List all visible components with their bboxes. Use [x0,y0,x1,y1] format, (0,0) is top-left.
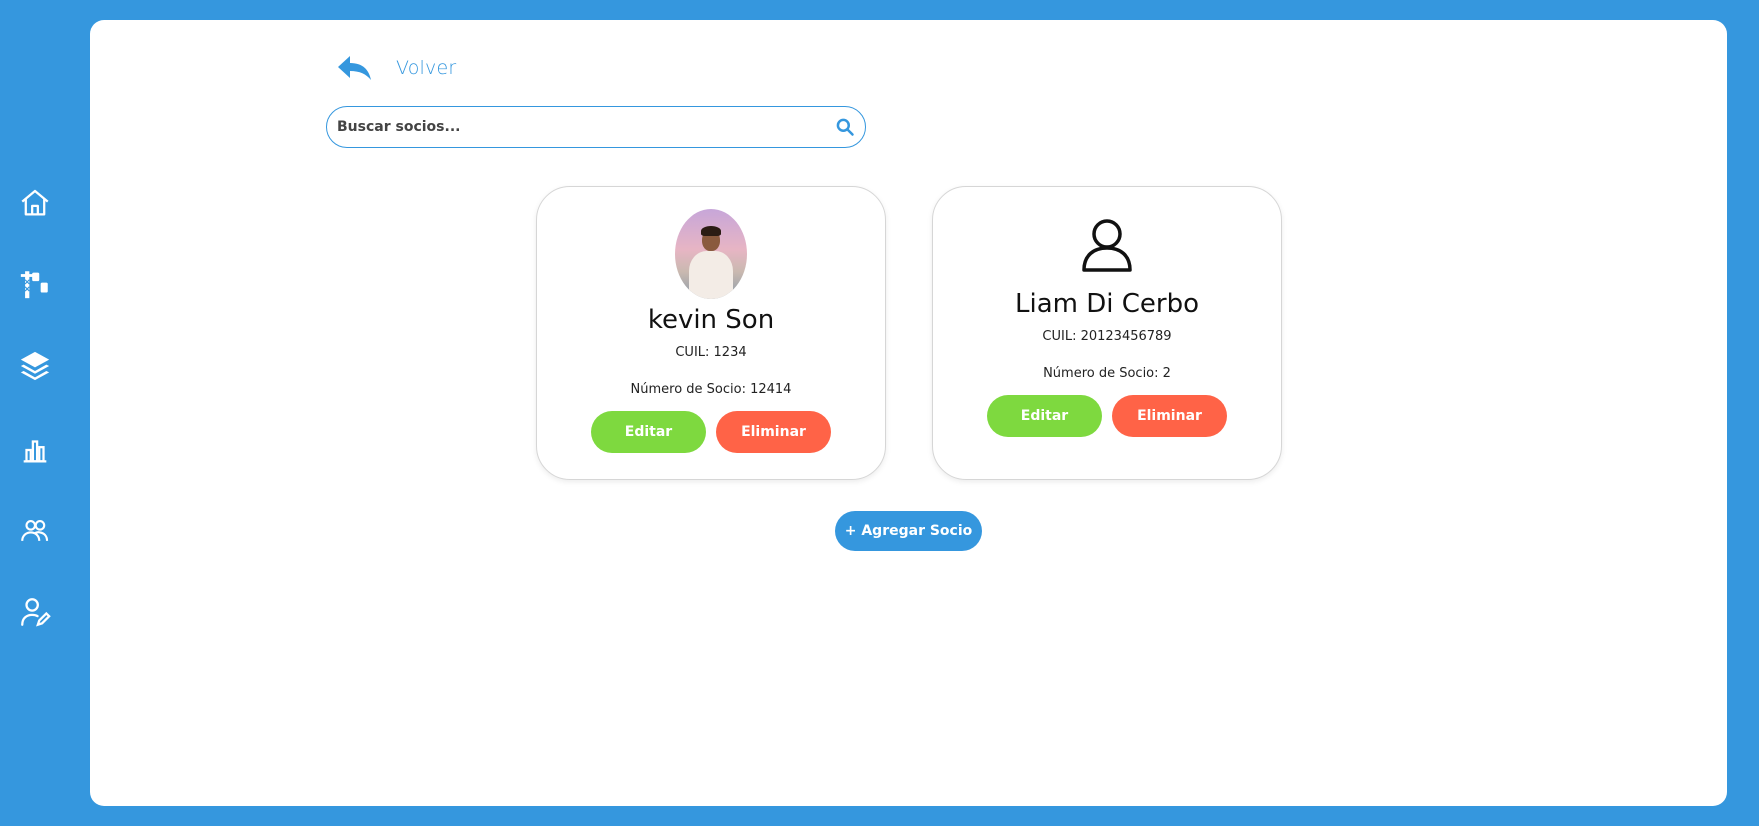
member-cuil: CUIL: 20123456789 [1042,329,1172,344]
edit-button[interactable]: Editar [987,395,1102,437]
user-edit-icon[interactable] [17,594,53,630]
add-member-button[interactable]: + Agregar Socio [835,511,982,551]
member-number: Número de Socio: 12414 [630,382,792,397]
delete-button[interactable]: Eliminar [1112,395,1227,437]
main-panel: Volver kevin Son CUIL: 1234 Número de So… [90,20,1727,806]
search-bar [326,106,866,148]
member-name: kevin Son [647,305,775,335]
back-button[interactable]: Volver [334,50,456,86]
edit-button[interactable]: Editar [591,411,706,453]
home-icon[interactable] [17,185,53,221]
member-cuil: CUIL: 1234 [675,345,747,360]
member-card: kevin Son CUIL: 1234 Número de Socio: 12… [536,186,886,480]
member-number: Número de Socio: 2 [1043,366,1171,381]
crane-icon[interactable] [17,266,53,302]
sidebar [0,0,90,826]
back-label: Volver [396,57,457,79]
search-input[interactable] [337,119,835,135]
search-icon[interactable] [835,117,855,137]
user-outline-icon [1082,219,1132,272]
delete-button[interactable]: Eliminar [716,411,831,453]
layers-icon[interactable] [17,348,53,384]
bar-chart-icon[interactable] [17,432,53,468]
avatar [675,209,747,299]
member-card: Liam Di Cerbo CUIL: 20123456789 Número d… [932,186,1282,480]
users-icon[interactable] [17,513,53,549]
member-name: Liam Di Cerbo [1015,289,1199,319]
back-arrow-icon [338,56,371,80]
